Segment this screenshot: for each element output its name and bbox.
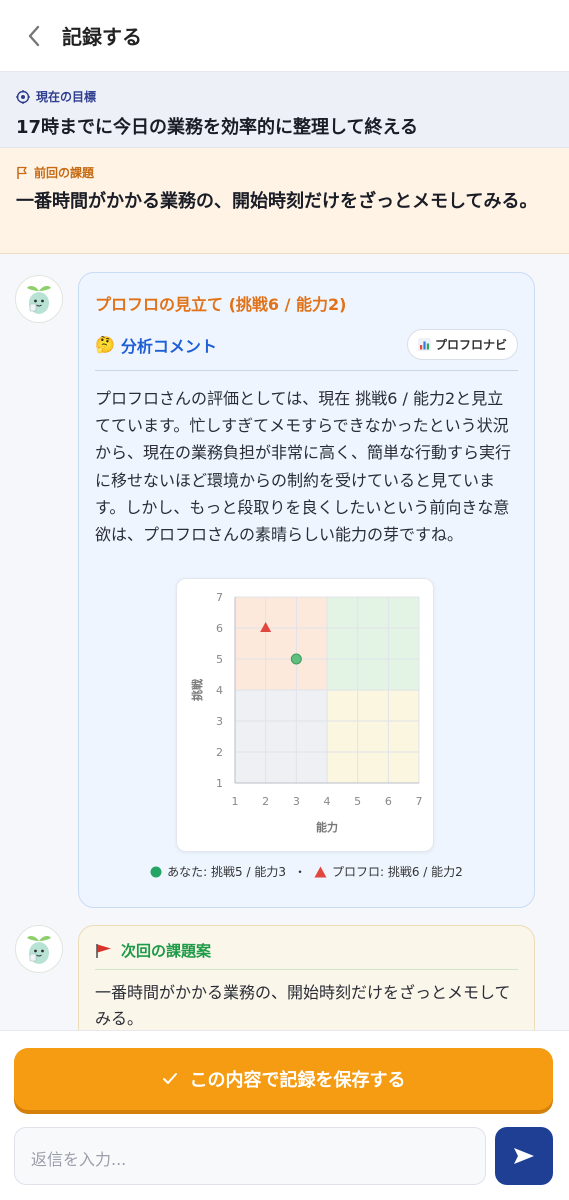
- current-goal-label: 現在の目標: [36, 90, 97, 104]
- chart-quadrant: [327, 690, 419, 783]
- flow-chart-panel: 1 2 3 4 5 6 7 1 2 3 4 5 6 7 能力 挑戦: [176, 578, 434, 852]
- assistant-avatar: [15, 925, 63, 973]
- legend-proflo: プロフロ: 挑戦6 / 能力2: [314, 863, 463, 880]
- sprout-mascot-icon: [27, 936, 51, 964]
- chart-y-tick-label: 7: [216, 591, 223, 604]
- app-header: 記録する: [0, 0, 569, 72]
- send-icon: [514, 1148, 534, 1164]
- chart-y-tick-label: 3: [216, 715, 223, 728]
- analysis-label-row: 🤔 分析コメント: [95, 333, 217, 357]
- chevron-left-icon: [28, 25, 40, 46]
- legend-you: あなた: 挑戦5 / 能力3: [150, 863, 286, 880]
- bottom-bar: この内容で記録を保存する: [0, 1030, 569, 1200]
- analysis-header: 🤔 分析コメント プロフロナビ: [95, 329, 518, 371]
- current-goal-label-row: 現在の目標: [16, 88, 553, 105]
- send-button[interactable]: [495, 1127, 553, 1185]
- proflo-navi-label: プロフロナビ: [434, 338, 507, 352]
- chart-x-tick-label: 2: [262, 795, 269, 808]
- chart-y-tick-label: 1: [216, 777, 223, 790]
- sprout-mascot-icon: [27, 286, 51, 314]
- challenge-skill-chart: 1 2 3 4 5 6 7 1 2 3 4 5 6 7 能力 挑戦: [190, 591, 423, 834]
- next-task-title: 次回の課題案: [121, 942, 212, 960]
- chat-area[interactable]: プロフロの見立て (挑戦6 / 能力2) 🤔 分析コメント プロフロナビ プロフ…: [0, 255, 569, 1030]
- chart-point-you: [290, 653, 302, 665]
- assistant-avatar: [15, 275, 63, 323]
- save-record-label: この内容で記録を保存する: [189, 1070, 406, 1091]
- next-task-header: 次回の課題案: [95, 940, 518, 970]
- reply-input[interactable]: [14, 1127, 486, 1185]
- assessment-title: プロフロの見立て (挑戦6 / 能力2): [95, 295, 347, 314]
- thinking-face-icon: 🤔: [95, 335, 115, 354]
- back-button[interactable]: [22, 24, 46, 48]
- analysis-label: 分析コメント: [120, 336, 217, 356]
- assessment-body: プロフロさんの評価としては、現在 挑戦6 / 能力2と見立てています。忙しすぎて…: [95, 389, 512, 544]
- previous-task-label-row: 前回の課題: [16, 164, 553, 181]
- flag-icon: [17, 166, 27, 179]
- next-task-card: 次回の課題案 一番時間がかかる業務の、開始時刻だけをざっとメモしてみる。: [78, 925, 535, 1030]
- target-icon: [16, 89, 30, 104]
- chart-y-tick-label: 5: [216, 653, 223, 666]
- legend-you-label: あなた: 挑戦5 / 能力3: [167, 865, 286, 879]
- chart-y-tick-label: 2: [216, 746, 223, 759]
- bar-chart-icon: [417, 338, 431, 351]
- previous-task-section: 前回の課題 一番時間がかかる業務の、開始時刻だけをざっとメモしてみる。: [0, 148, 569, 254]
- chart-x-tick-label: 1: [232, 795, 239, 808]
- chart-x-tick-label: 6: [385, 795, 392, 808]
- chart-x-tick-label: 4: [324, 795, 331, 808]
- chart-x-tick-label: 7: [416, 795, 423, 808]
- save-record-button[interactable]: この内容で記録を保存する: [14, 1048, 553, 1110]
- red-flag-icon: [96, 943, 111, 958]
- page-title: 記録する: [62, 25, 142, 49]
- assessment-card: プロフロの見立て (挑戦6 / 能力2) 🤔 分析コメント プロフロナビ プロフ…: [78, 272, 535, 908]
- legend-proflo-label: プロフロ: 挑戦6 / 能力2: [332, 865, 463, 879]
- chart-x-tick-label: 3: [293, 795, 300, 808]
- chart-legend: あなた: 挑戦5 / 能力3 ・ プロフロ: 挑戦6 / 能力2: [79, 863, 534, 880]
- legend-separator: ・: [293, 865, 306, 879]
- green-circle-icon: [150, 866, 162, 877]
- chart-quadrant: [235, 690, 327, 783]
- current-goal-text: 17時までに今日の業務を効率的に整理して終える: [16, 117, 418, 138]
- chart-y-tick-label: 4: [216, 684, 223, 697]
- chart-y-tick-label: 6: [216, 622, 223, 635]
- chart-y-axis-label: 挑戦: [190, 678, 204, 701]
- red-triangle-icon: [314, 866, 327, 877]
- check-icon: [162, 1073, 177, 1084]
- chart-quadrant: [235, 597, 327, 690]
- next-task-body: 一番時間がかかる業務の、開始時刻だけをざっとメモしてみる。: [95, 983, 511, 1028]
- chart-x-axis-label: 能力: [316, 820, 338, 834]
- previous-task-label: 前回の課題: [34, 166, 95, 180]
- chart-quadrant: [327, 597, 419, 690]
- current-goal-section: 現在の目標 17時までに今日の業務を効率的に整理して終える: [0, 72, 569, 148]
- proflo-navi-button[interactable]: プロフロナビ: [406, 329, 518, 360]
- chart-x-tick-label: 5: [354, 795, 361, 808]
- previous-task-text: 一番時間がかかる業務の、開始時刻だけをざっとメモしてみる。: [16, 191, 538, 212]
